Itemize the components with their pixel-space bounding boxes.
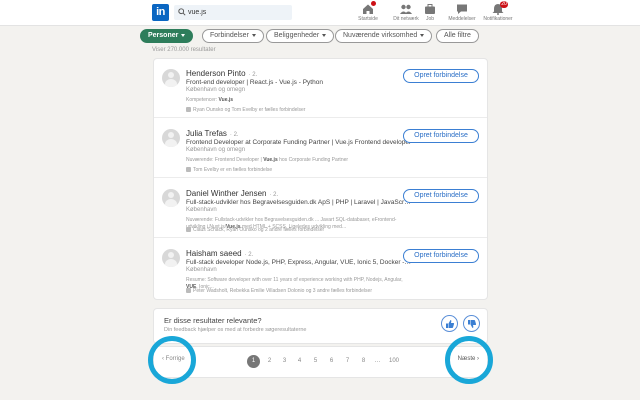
page-1[interactable]: 1 [247,355,260,368]
result-name: Henderson Pinto [186,69,246,78]
thumbs-down-button[interactable] [463,315,480,332]
connect-button[interactable]: Opret forbindelse [403,69,479,83]
result-headline: Frontend Developer at Corporate Funding … [186,139,412,146]
shared-connections-text: Tom Evelby er en fælles forbindelse [193,167,273,173]
result-snippet: Kompetencer: Vue.js [186,97,412,104]
snippet-highlight: Vue.js [263,157,278,163]
notifications-badge: 20 [500,1,508,8]
shared-connections-text: Claus Schack, Ryan Ounsko og 2 andre fæl… [193,227,325,233]
page-ellipsis: … [374,358,381,364]
shared-connections[interactable]: Ryan Ounsko og Tom Evelby er fælles forb… [186,107,305,113]
shared-connections[interactable]: Claus Schack, Ryan Ounsko og 2 andre fæl… [186,227,324,233]
snippet-text: Kompetencer: [186,97,219,103]
page-6[interactable]: 6 [325,355,338,368]
feedback-subtext: Din feedback hjælper os med at forbedre … [164,327,307,333]
people-icon [186,288,191,294]
avatar[interactable] [162,129,180,147]
messaging-icon [457,4,467,14]
feedback-question: Er disse resultater relevante? [164,316,262,325]
search-icon [178,8,186,16]
pagination: ‹ Forrige 1 2 3 4 5 6 7 8 … 100 Næste › [153,346,488,378]
connect-button[interactable]: Opret forbindelse [403,129,479,143]
highlight-ring-next [445,336,493,384]
nav-notifications[interactable]: 20 Notifikationer [476,1,520,24]
snippet-text: hos Corporate Funding Partner [277,157,349,163]
filter-current-company[interactable]: Nuværende virksomhed [335,29,433,43]
page-8[interactable]: 8 [357,355,370,368]
chevron-down-icon [181,33,186,37]
filter-current-company-label: Nuværende virksomhed [343,32,418,39]
avatar[interactable] [162,69,180,87]
page-4[interactable]: 4 [293,355,306,368]
people-icon [186,227,191,233]
thumbs-up-button[interactable] [441,315,458,332]
page-5[interactable]: 5 [309,355,322,368]
filter-all-label: Alle filtre [444,32,471,39]
connection-degree: · 2. [229,132,239,138]
shared-connections-text: Ryan Ounsko og Tom Evelby er fælles forb… [193,107,306,113]
connect-button[interactable]: Opret forbindelse [403,249,479,263]
result-headline: Full-stack developer Node.js, PHP, Expre… [186,259,412,266]
chevron-down-icon [251,33,256,37]
connection-degree: · 2. [248,72,258,78]
avatar[interactable] [162,249,180,267]
page-7[interactable]: 7 [341,355,354,368]
highlight-ring-previous [148,336,196,384]
result-location: København og omegn [186,87,246,93]
search-box[interactable] [174,5,292,20]
filter-all[interactable]: Alle filtre [436,29,479,43]
result-name-link[interactable]: Henderson Pinto · 2. [186,69,257,78]
briefcase-icon [425,4,435,14]
list-item: Henderson Pinto · 2. Front-end developer … [154,59,487,118]
shared-connections-text: Peter Wadsholt, Rebekka Emilie Villadsen… [193,288,372,294]
shared-connections[interactable]: Tom Evelby er en fælles forbindelse [186,167,272,173]
list-item: Daniel Winther Jensen · 2. Full-stack-udv… [154,179,487,238]
result-headline: Front-end developer | React.js - Vue.js … [186,79,323,86]
nav-notifications-label: Notifikationer [483,16,513,22]
thumbs-up-icon [446,320,455,328]
result-name: Julia Trefas [186,129,227,138]
avatar[interactable] [162,189,180,207]
filter-people-label: Personer [148,32,179,39]
chevron-down-icon [420,33,425,37]
people-icon [186,107,191,113]
connect-button[interactable]: Opret forbindelse [403,189,479,203]
snippet-highlight: Vue.js [218,97,234,103]
result-name-link[interactable]: Daniel Winther Jensen · 2. [186,189,278,198]
result-location: København [186,207,217,213]
list-item: Julia Trefas · 2. Frontend Developer at C… [154,119,487,178]
filter-bar: Personer Forbindelser Beliggenheder Nuvæ… [140,26,490,46]
connection-degree: · 2. [244,252,254,258]
result-location: København og omegn [186,147,246,153]
page-3[interactable]: 3 [278,355,291,368]
filter-connections[interactable]: Forbindelser [202,29,264,43]
thumbs-down-icon [468,320,477,328]
page-100[interactable]: 100 [386,355,402,368]
result-name-link[interactable]: Julia Trefas · 2. [186,129,239,138]
people-icon [186,167,191,173]
result-name: Haisham saeed [186,249,242,258]
result-name-link[interactable]: Haisham saeed · 2. [186,249,253,258]
shared-connections[interactable]: Peter Wadsholt, Rebekka Emilie Villadsen… [186,288,372,294]
filter-locations-label: Beliggenheder [274,32,320,39]
result-name: Daniel Winther Jensen [186,189,267,198]
results-list: Henderson Pinto · 2. Front-end developer … [153,58,488,300]
result-headline: Full-stack-udvikler hos Begravelsesguide… [186,199,412,206]
chevron-down-icon [322,33,327,37]
snippet-text: Resume: Software developer with over 11 … [186,277,403,283]
top-nav-bar: in Startside Dit netværk Job Meddelelser… [0,0,640,26]
list-item: Haisham saeed · 2. Full-stack developer N… [154,239,487,298]
feedback-card: Er disse resultater relevante? Din feedb… [153,308,488,344]
page-2[interactable]: 2 [263,355,276,368]
filter-people[interactable]: Personer [140,29,194,43]
filter-connections-label: Forbindelser [210,32,249,39]
result-count: Viser 270.000 resultater [152,47,216,53]
linkedin-logo[interactable]: in [152,4,169,21]
search-input[interactable] [188,5,288,20]
connection-degree: · 2. [269,192,279,198]
result-snippet: Nuværende: Frontend Developer | Vue.js h… [186,157,412,164]
snippet-text: Nuværende: Frontend Developer | [186,157,264,163]
filter-locations[interactable]: Beliggenheder [266,29,335,43]
result-location: København [186,267,217,273]
